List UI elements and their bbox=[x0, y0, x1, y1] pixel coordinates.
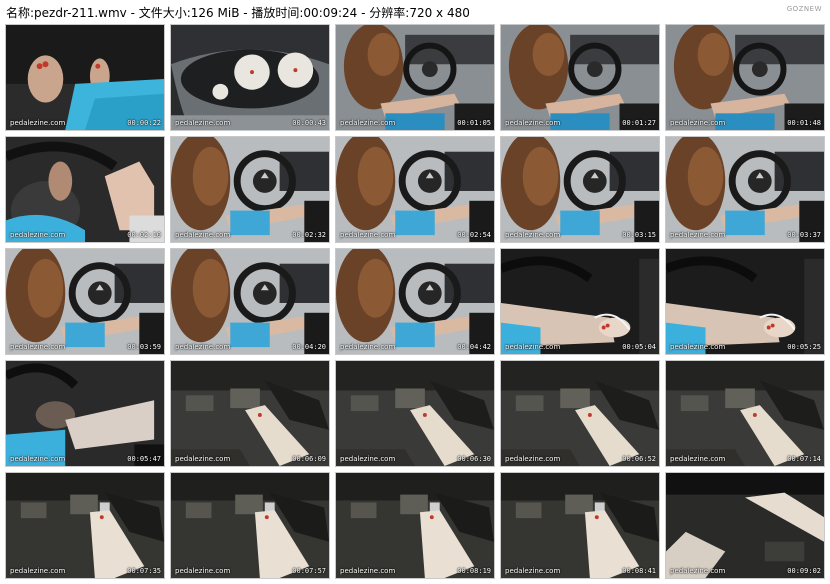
thumbnail-frame[interactable]: pedalezine.com 00:03:59 bbox=[5, 248, 165, 355]
watermark-text: pedalezine.com bbox=[175, 231, 231, 239]
thumbnail-frame[interactable]: pedalezine.com 00:04:42 bbox=[335, 248, 495, 355]
watermark-text: pedalezine.com bbox=[175, 343, 231, 351]
timestamp-label: 00:07:35 bbox=[127, 567, 161, 575]
watermark-text: pedalezine.com bbox=[175, 567, 231, 575]
thumbnail-frame[interactable]: pedalezine.com 00:07:35 bbox=[5, 472, 165, 579]
watermark-text: pedalezine.com bbox=[340, 119, 396, 127]
timestamp-label: 00:06:30 bbox=[457, 455, 491, 463]
thumbnail-frame[interactable]: pedalezine.com 00:00:22 bbox=[5, 24, 165, 131]
timestamp-label: 00:03:59 bbox=[127, 343, 161, 351]
thumbnail-grid: pedalezine.com 00:00:22 pedalezine.com 00:… bbox=[5, 24, 825, 580]
thumbnail-frame[interactable]: pedalezine.com 00:09:02 bbox=[665, 472, 825, 579]
watermark-text: pedalezine.com bbox=[10, 119, 66, 127]
thumbnail-frame[interactable]: pedalezine.com 00:05:25 bbox=[665, 248, 825, 355]
thumbnail-frame[interactable]: pedalezine.com 00:08:19 bbox=[335, 472, 495, 579]
watermark-text: pedalezine.com bbox=[340, 567, 396, 575]
watermark-text: pedalezine.com bbox=[505, 455, 561, 463]
app-logo: GOZNEW bbox=[786, 5, 822, 13]
timestamp-label: 00:04:20 bbox=[292, 343, 326, 351]
thumbnail-frame[interactable]: pedalezine.com 00:00:43 bbox=[170, 24, 330, 131]
timestamp-label: 00:00:43 bbox=[292, 119, 326, 127]
timestamp-label: 00:05:25 bbox=[787, 343, 821, 351]
watermark-text: pedalezine.com bbox=[10, 343, 66, 351]
thumbnail-frame[interactable]: pedalezine.com 00:02:10 bbox=[5, 136, 165, 243]
watermark-text: pedalezine.com bbox=[670, 231, 726, 239]
timestamp-label: 00:01:27 bbox=[622, 119, 656, 127]
timestamp-label: 00:06:52 bbox=[622, 455, 656, 463]
timestamp-label: 00:02:32 bbox=[292, 231, 326, 239]
watermark-text: pedalezine.com bbox=[340, 455, 396, 463]
thumbnail-frame[interactable]: pedalezine.com 00:05:04 bbox=[500, 248, 660, 355]
timestamp-label: 00:02:10 bbox=[127, 231, 161, 239]
watermark-text: pedalezine.com bbox=[505, 343, 561, 351]
thumbnail-frame[interactable]: pedalezine.com 00:01:27 bbox=[500, 24, 660, 131]
watermark-text: pedalezine.com bbox=[670, 119, 726, 127]
timestamp-label: 00:05:04 bbox=[622, 343, 656, 351]
thumbnail-frame[interactable]: pedalezine.com 00:01:05 bbox=[335, 24, 495, 131]
thumbnail-frame[interactable]: pedalezine.com 00:07:57 bbox=[170, 472, 330, 579]
thumbnail-frame[interactable]: pedalezine.com 00:06:52 bbox=[500, 360, 660, 467]
watermark-text: pedalezine.com bbox=[10, 455, 66, 463]
timestamp-label: 00:04:42 bbox=[457, 343, 491, 351]
watermark-text: pedalezine.com bbox=[10, 567, 66, 575]
timestamp-label: 00:03:15 bbox=[622, 231, 656, 239]
timestamp-label: 00:07:14 bbox=[787, 455, 821, 463]
timestamp-label: 00:06:09 bbox=[292, 455, 326, 463]
thumbnail-frame[interactable]: pedalezine.com 00:03:15 bbox=[500, 136, 660, 243]
watermark-text: pedalezine.com bbox=[670, 567, 726, 575]
timestamp-label: 00:08:41 bbox=[622, 567, 656, 575]
timestamp-label: 00:01:48 bbox=[787, 119, 821, 127]
thumbnail-frame[interactable]: pedalezine.com 00:02:32 bbox=[170, 136, 330, 243]
watermark-text: pedalezine.com bbox=[670, 343, 726, 351]
thumbnail-frame[interactable]: pedalezine.com 00:06:09 bbox=[170, 360, 330, 467]
watermark-text: pedalezine.com bbox=[10, 231, 66, 239]
timestamp-label: 00:07:57 bbox=[292, 567, 326, 575]
watermark-text: pedalezine.com bbox=[340, 343, 396, 351]
thumbnail-frame[interactable]: pedalezine.com 00:04:20 bbox=[170, 248, 330, 355]
watermark-text: pedalezine.com bbox=[175, 119, 231, 127]
watermark-text: pedalezine.com bbox=[175, 455, 231, 463]
thumbnail-frame[interactable]: pedalezine.com 00:05:47 bbox=[5, 360, 165, 467]
timestamp-label: 00:02:54 bbox=[457, 231, 491, 239]
timestamp-label: 00:09:02 bbox=[787, 567, 821, 575]
thumbnail-frame[interactable]: pedalezine.com 00:02:54 bbox=[335, 136, 495, 243]
watermark-text: pedalezine.com bbox=[340, 231, 396, 239]
thumbnail-frame[interactable]: pedalezine.com 00:06:30 bbox=[335, 360, 495, 467]
watermark-text: pedalezine.com bbox=[505, 231, 561, 239]
timestamp-label: 00:00:22 bbox=[127, 119, 161, 127]
thumbnail-frame[interactable]: pedalezine.com 00:03:37 bbox=[665, 136, 825, 243]
thumbnail-frame[interactable]: pedalezine.com 00:07:14 bbox=[665, 360, 825, 467]
watermark-text: pedalezine.com bbox=[670, 455, 726, 463]
timestamp-label: 00:08:19 bbox=[457, 567, 491, 575]
watermark-text: pedalezine.com bbox=[505, 119, 561, 127]
timestamp-label: 00:03:37 bbox=[787, 231, 821, 239]
file-info-header: 名称:pezdr-211.wmv - 文件大小:126 MiB - 播放时间:0… bbox=[6, 6, 470, 20]
timestamp-label: 00:01:05 bbox=[457, 119, 491, 127]
thumbnail-frame[interactable]: pedalezine.com 00:01:48 bbox=[665, 24, 825, 131]
timestamp-label: 00:05:47 bbox=[127, 455, 161, 463]
watermark-text: pedalezine.com bbox=[505, 567, 561, 575]
thumbnail-frame[interactable]: pedalezine.com 00:08:41 bbox=[500, 472, 660, 579]
